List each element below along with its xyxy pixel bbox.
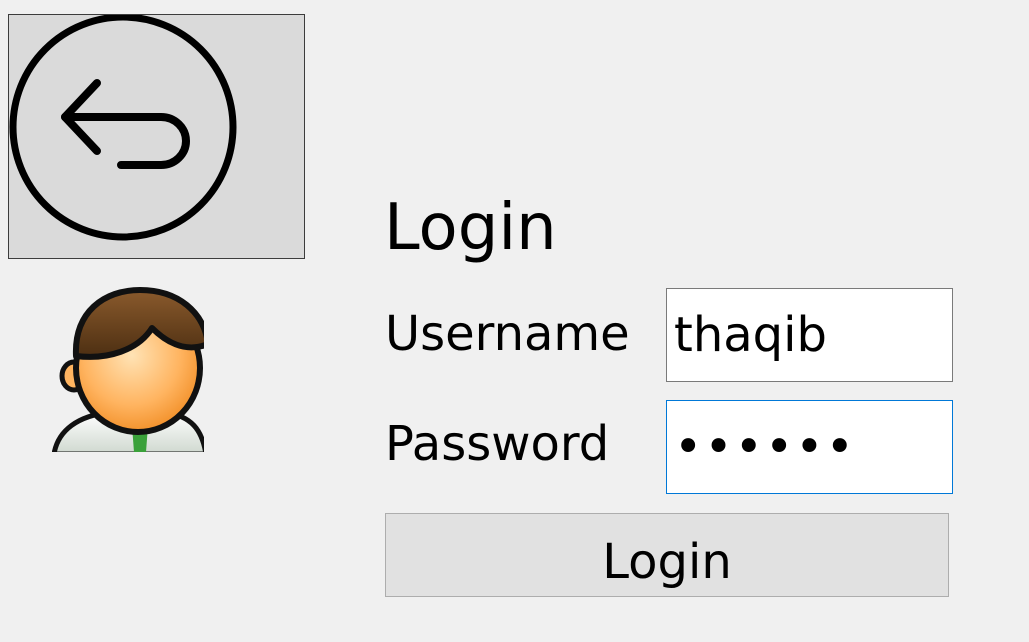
back-arrow-icon	[9, 15, 237, 241]
username-field[interactable]	[666, 288, 953, 382]
user-avatar	[52, 284, 204, 452]
password-field[interactable]	[666, 400, 953, 494]
page-title: Login	[384, 191, 557, 265]
back-button[interactable]	[8, 14, 305, 259]
user-avatar-icon	[52, 287, 204, 452]
password-label: Password	[385, 416, 610, 472]
login-button[interactable]: Login	[385, 513, 949, 597]
username-label: Username	[385, 306, 630, 362]
